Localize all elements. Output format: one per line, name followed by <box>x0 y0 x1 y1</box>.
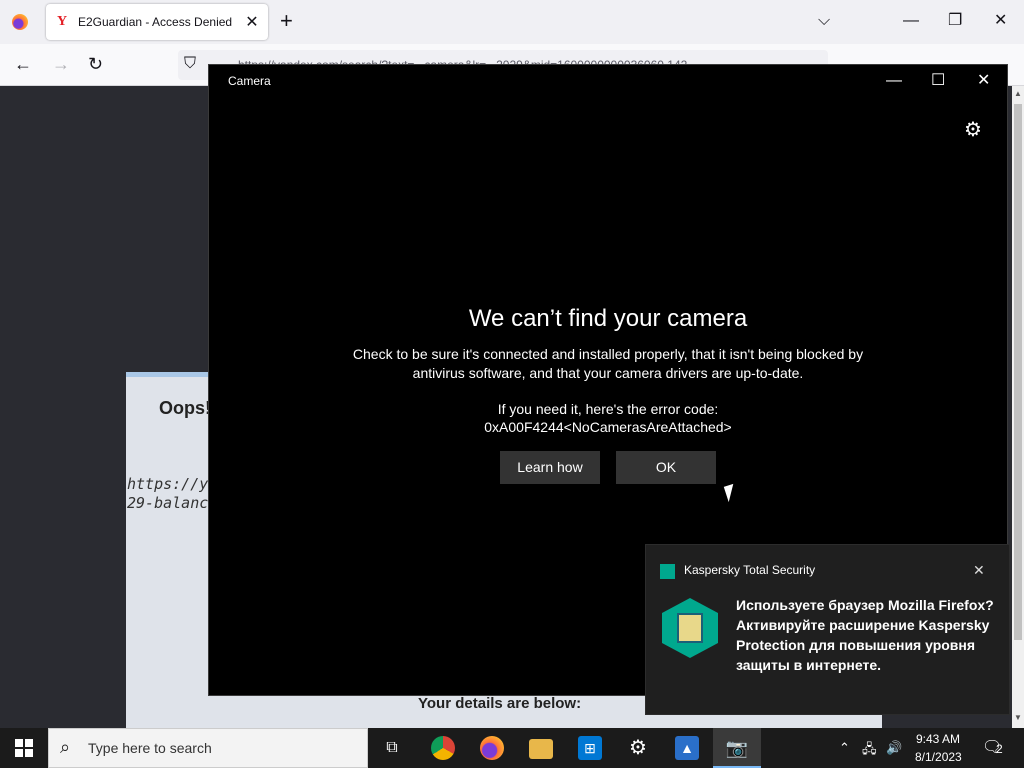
page-scrollbar-thumb[interactable] <box>1014 104 1022 640</box>
kaspersky-browser-icon <box>677 613 703 643</box>
firefox-menu-icon[interactable] <box>12 14 28 30</box>
task-view-icon[interactable]: ⧉ <box>380 736 404 760</box>
learn-how-button[interactable]: Learn how <box>500 451 600 484</box>
error-code-intro: If you need it, here's the error code: <box>497 401 719 417</box>
tab-close-icon[interactable]: ✕ <box>244 12 260 32</box>
windows-start-icon[interactable] <box>15 739 33 757</box>
scroll-up-icon[interactable]: ▲ <box>1012 89 1024 98</box>
tab-access-denied[interactable]: Y E2Guardian - Access Denied ✕ <box>46 4 268 40</box>
notification-app-name: Kaspersky Total Security <box>684 563 816 577</box>
ok-button[interactable]: OK <box>616 451 716 484</box>
camera-window-title: Camera <box>228 74 271 88</box>
notification-count-badge: 2 <box>996 742 1003 756</box>
show-hidden-icons-icon[interactable]: ⌃ <box>839 740 850 756</box>
oops-heading: Oops! <box>159 398 211 418</box>
kaspersky-app-icon <box>660 564 675 579</box>
details-heading: Your details are below: <box>418 695 582 712</box>
notification-message: Используете браузер Mozilla Firefox? Акт… <box>736 597 994 673</box>
tracking-shield-icon[interactable]: ⛉ <box>184 54 196 74</box>
taskbar-search-placeholder: Type here to search <box>88 740 212 756</box>
forward-icon[interactable]: → <box>52 54 70 74</box>
notification-close-icon[interactable]: ✕ <box>973 562 985 579</box>
camera-app-icon: 📷 <box>725 738 749 758</box>
chrome-icon[interactable] <box>431 736 455 760</box>
list-all-tabs-icon[interactable]: ⌵ <box>818 12 830 30</box>
camera-error-heading: We can’t find your camera <box>468 305 748 332</box>
firefox-icon[interactable] <box>480 736 504 760</box>
camera-close-icon[interactable]: ✕ <box>977 72 990 90</box>
restore-icon[interactable]: ❐ <box>948 12 962 30</box>
reload-icon[interactable]: ↻ <box>88 54 103 74</box>
search-icon: ⌕ <box>60 737 71 757</box>
new-tab-button[interactable]: + <box>280 10 293 32</box>
photos-icon[interactable]: ▲ <box>675 736 699 760</box>
volume-icon[interactable]: 🔊 <box>886 740 902 756</box>
yandex-favicon-icon: Y <box>54 14 70 30</box>
camera-settings-gear-icon[interactable]: ⚙ <box>964 117 982 142</box>
browser-close-icon[interactable]: ✕ <box>994 12 1007 30</box>
taskbar-date[interactable]: 8/1/2023 <box>915 750 962 764</box>
blocked-url-line-2: 29-balance <box>127 494 218 512</box>
camera-error-body: Check to be sure it's connected and inst… <box>352 346 864 381</box>
taskbar-time[interactable]: 9:43 AM <box>916 732 960 746</box>
back-icon[interactable]: ← <box>14 54 32 74</box>
error-code: 0xA00F4244<NoCamerasAreAttached> <box>484 419 732 435</box>
camera-maximize-icon[interactable]: ☐ <box>931 72 945 90</box>
minimize-icon[interactable]: — <box>903 12 919 30</box>
scroll-down-icon[interactable]: ▼ <box>1012 713 1024 722</box>
network-icon[interactable]: 🖧 <box>862 740 877 762</box>
file-explorer-icon[interactable] <box>529 739 553 759</box>
tab-title: E2Guardian - Access Denied <box>78 15 233 29</box>
settings-gear-icon[interactable]: ⚙ <box>626 736 650 760</box>
microsoft-store-icon[interactable]: ⊞ <box>578 736 602 760</box>
camera-minimize-icon[interactable]: — <box>886 72 902 90</box>
